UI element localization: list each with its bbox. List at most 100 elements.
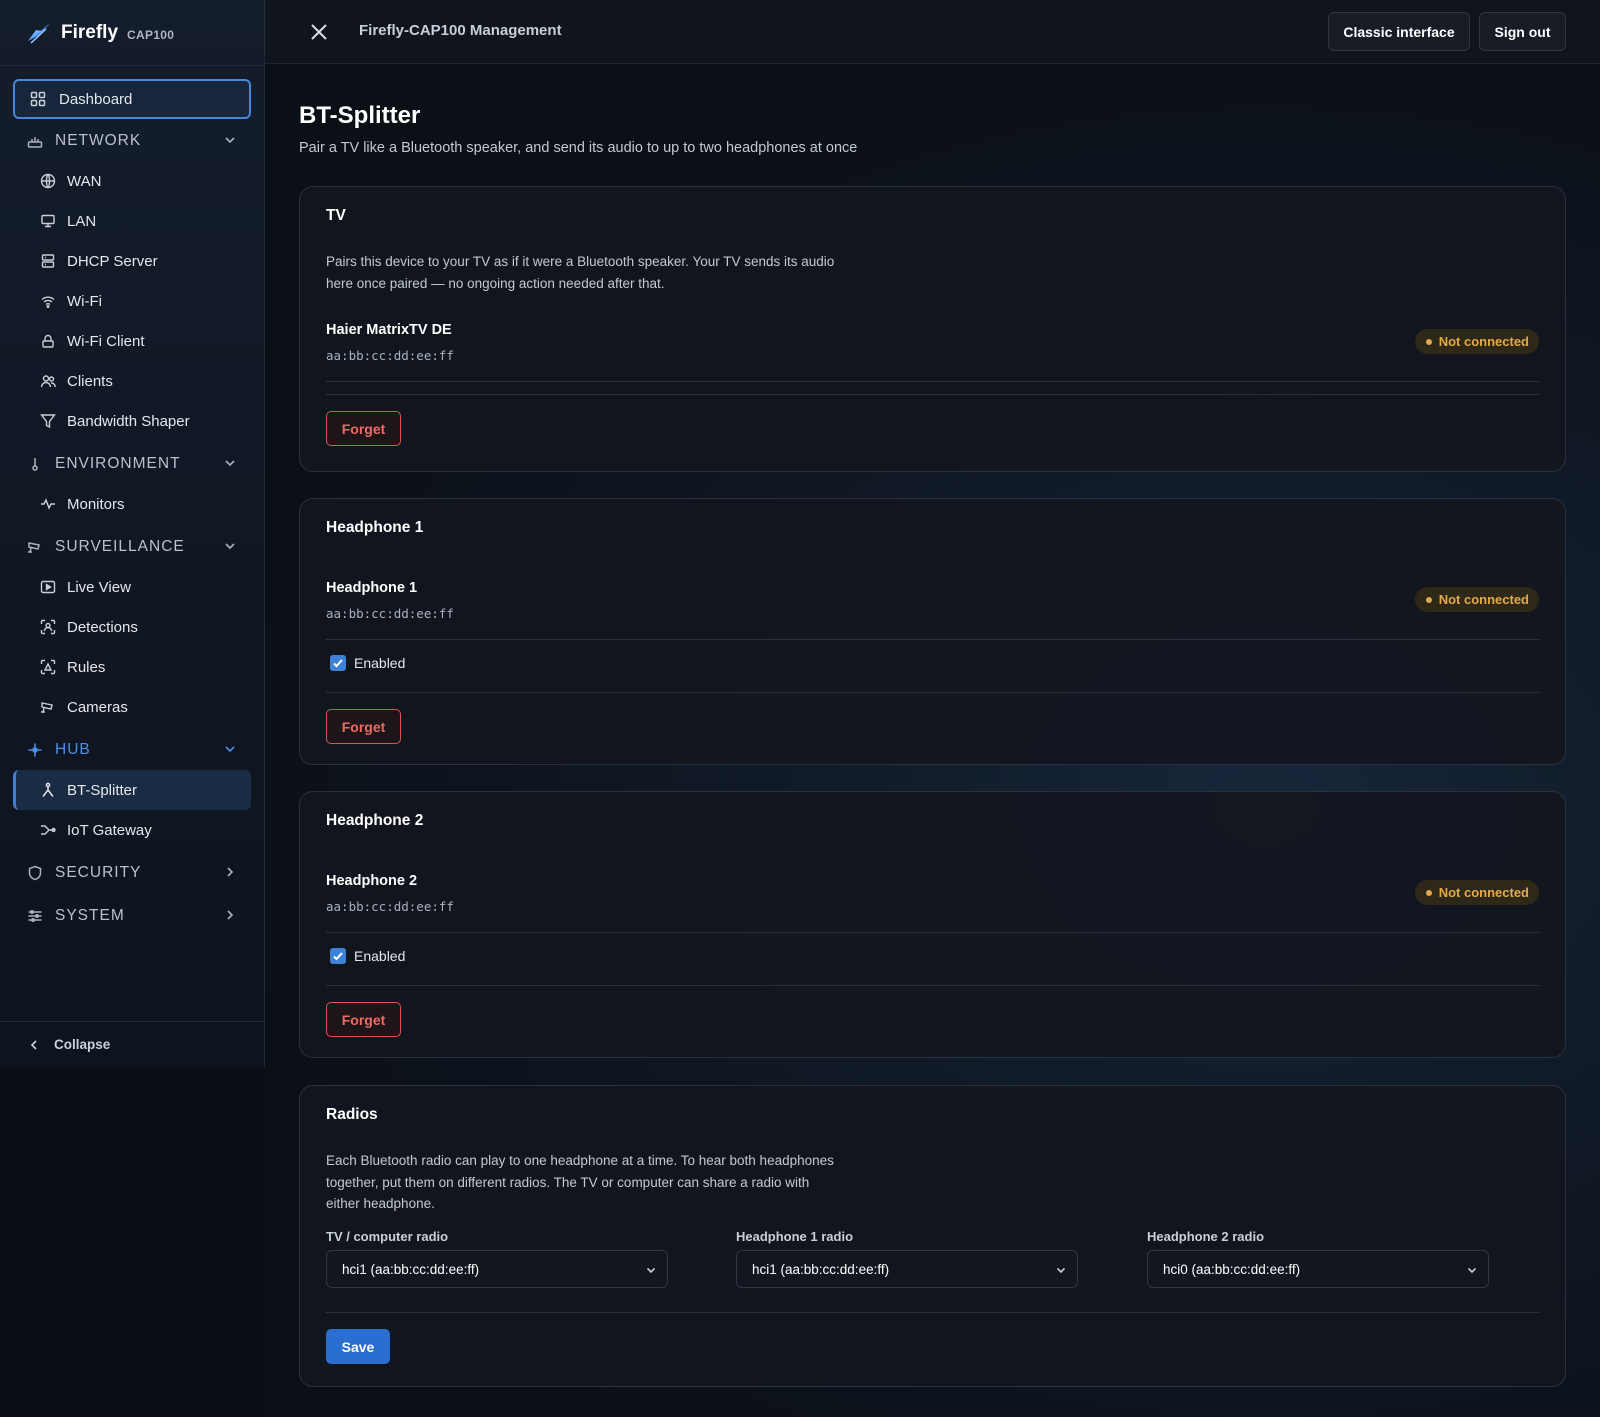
headphone2-radio-select[interactable]: hci0 (aa:bb:cc:dd:ee:ff)	[1147, 1250, 1489, 1288]
sidebar-item-label: Cameras	[67, 698, 128, 716]
sidebar-item-label: Wi-Fi	[67, 292, 102, 310]
sidebar-item-rules[interactable]: Rules	[13, 647, 251, 687]
sidebar: Firefly CAP100 Dashboard NETWORK WAN LAN…	[0, 0, 265, 1067]
shield-icon	[27, 865, 43, 881]
device-mac: aa:bb:cc:dd:ee:ff	[326, 899, 454, 914]
sidebar-item-lan[interactable]: LAN	[13, 201, 251, 241]
description-line: together, put them on different radios. …	[326, 1174, 810, 1190]
chevron-left-icon	[28, 1039, 40, 1051]
card-description: Pairs this device to your TV as if it we…	[326, 251, 866, 294]
sidebar-item-label: IoT Gateway	[67, 821, 152, 839]
brand-name: Firefly	[61, 21, 119, 43]
radios-card: Radios Each Bluetooth radio can play to …	[299, 1085, 1566, 1387]
chevron-down-icon	[223, 742, 237, 756]
divider	[326, 381, 1539, 382]
main-content: BT-Splitter Pair a TV like a Bluetooth s…	[265, 64, 1600, 1417]
sidebar-item-detections[interactable]: Detections	[13, 607, 251, 647]
description-line: either headphone.	[326, 1196, 435, 1211]
close-icon[interactable]	[309, 22, 329, 42]
filter-icon	[39, 412, 57, 430]
collapse-button[interactable]: Collapse	[0, 1021, 264, 1067]
page-title: BT-Splitter	[299, 102, 421, 129]
network-icon	[27, 133, 43, 149]
headphone1-radio-label: Headphone 1 radio	[736, 1229, 854, 1244]
sidebar-section-network[interactable]: NETWORK	[13, 121, 251, 161]
grid-icon	[29, 90, 47, 108]
chevron-down-icon	[223, 133, 237, 147]
sidebar-item-bandwidth-shaper[interactable]: Bandwidth Shaper	[13, 401, 251, 441]
enabled-checkbox[interactable]	[330, 655, 346, 671]
globe-icon	[39, 172, 57, 190]
sidebar-item-label: Bandwidth Shaper	[67, 412, 190, 430]
sidebar-item-iot-gateway[interactable]: IoT Gateway	[13, 810, 251, 850]
sidebar-item-live-view[interactable]: Live View	[13, 567, 251, 607]
sidebar-item-label: Dashboard	[59, 90, 133, 108]
status-dot	[1425, 597, 1432, 603]
wifi-client-icon	[39, 332, 57, 350]
section-label: NETWORK	[55, 132, 142, 149]
sign-out-button[interactable]: Sign out	[1479, 12, 1566, 51]
section-label: HUB	[55, 741, 91, 758]
sidebar-item-dhcp-server[interactable]: DHCP Server	[13, 241, 251, 281]
forget-button[interactable]: Forget	[326, 411, 401, 446]
forget-button[interactable]: Forget	[326, 709, 401, 744]
status-text: Not connected	[1438, 885, 1529, 900]
tv-card: TV Pairs this device to your TV as if it…	[299, 186, 1566, 472]
enabled-checkbox[interactable]	[330, 948, 346, 964]
sidebar-section-system[interactable]: SYSTEM	[13, 896, 251, 936]
collapse-label: Collapse	[54, 1037, 111, 1052]
tv-radio-select[interactable]: hci1 (aa:bb:cc:dd:ee:ff)	[326, 1250, 668, 1288]
chevron-down-icon	[1055, 1264, 1067, 1276]
forget-button[interactable]: Forget	[326, 1002, 401, 1037]
wifi-icon	[39, 292, 57, 310]
divider	[326, 1312, 1539, 1313]
headphone1-radio-select[interactable]: hci1 (aa:bb:cc:dd:ee:ff)	[736, 1250, 1078, 1288]
chevron-right-icon	[223, 908, 237, 922]
users-icon	[39, 372, 57, 390]
sidebar-item-cameras[interactable]: Cameras	[13, 687, 251, 727]
pulse-icon	[39, 495, 57, 513]
classic-interface-button[interactable]: Classic interface	[1328, 12, 1470, 51]
sidebar-section-hub[interactable]: HUB	[13, 730, 251, 770]
sidebar-item-label: LAN	[67, 212, 97, 230]
firefly-logo	[26, 21, 52, 45]
brand[interactable]: Firefly CAP100	[0, 0, 264, 66]
sidebar-item-clients[interactable]: Clients	[13, 361, 251, 401]
server-icon	[39, 252, 57, 270]
description-line: Each Bluetooth radio can play to one hea…	[326, 1153, 834, 1168]
sidebar-item-label: WAN	[67, 172, 102, 190]
chevron-down-icon	[223, 539, 237, 553]
card-title: TV	[326, 207, 346, 224]
thermometer-icon	[27, 456, 43, 472]
sidebar-item-bt-splitter[interactable]: BT-Splitter	[13, 770, 251, 810]
sidebar-item-wan[interactable]: WAN	[13, 161, 251, 201]
save-button[interactable]: Save	[326, 1329, 390, 1364]
status-text: Not connected	[1438, 592, 1529, 607]
sidebar-item-label: Monitors	[67, 495, 125, 513]
status-badge: Not connected	[1414, 587, 1539, 612]
divider	[326, 394, 1539, 395]
device-mac: aa:bb:cc:dd:ee:ff	[326, 606, 454, 621]
sidebar-item-label: Clients	[67, 372, 113, 390]
description-line: Pairs this device to your TV as if it we…	[326, 254, 835, 269]
sidebar-item-wifi-client[interactable]: Wi-Fi Client	[13, 321, 251, 361]
sidebar-section-surveillance[interactable]: SURVEILLANCE	[13, 527, 251, 567]
sidebar-item-label: DHCP Server	[67, 252, 158, 270]
status-dot	[1425, 339, 1432, 345]
section-label: SECURITY	[55, 864, 142, 881]
sidebar-section-security[interactable]: SECURITY	[13, 853, 251, 893]
card-title: Headphone 2	[326, 812, 424, 829]
sidebar-section-environment[interactable]: ENVIRONMENT	[13, 444, 251, 484]
chevron-down-icon	[645, 1264, 657, 1276]
hub-icon	[27, 742, 43, 758]
description-line: here once paired — no ongoing action nee…	[326, 275, 665, 291]
sidebar-item-monitors[interactable]: Monitors	[13, 484, 251, 524]
brand-model: CAP100	[127, 27, 175, 42]
device-mac: aa:bb:cc:dd:ee:ff	[326, 348, 454, 363]
card-title: Headphone 1	[326, 519, 424, 536]
sidebar-item-dashboard[interactable]: Dashboard	[13, 79, 251, 119]
chevron-down-icon	[1466, 1264, 1478, 1276]
sidebar-item-wifi[interactable]: Wi-Fi	[13, 281, 251, 321]
section-label: ENVIRONMENT	[55, 455, 181, 472]
split-icon	[39, 781, 57, 799]
